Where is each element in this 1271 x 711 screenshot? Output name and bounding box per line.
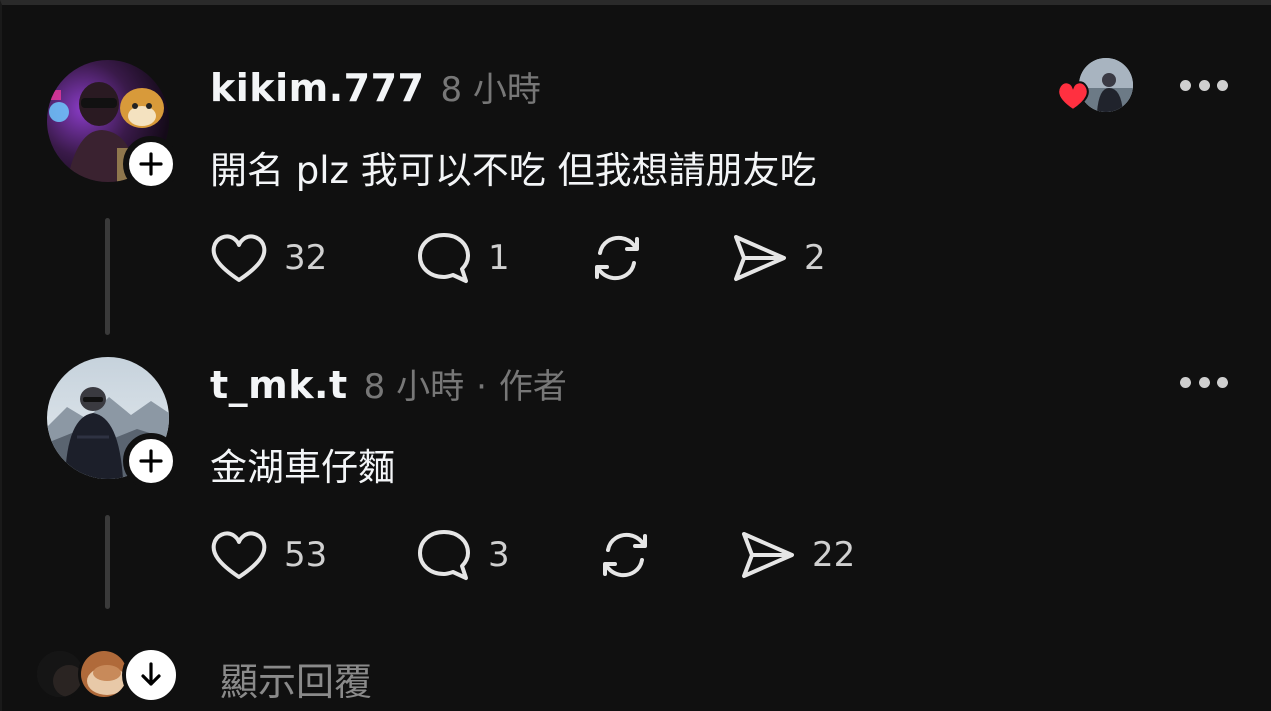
action-bar: 53 3 22 <box>208 525 908 585</box>
repost-arrows-icon <box>603 532 647 578</box>
ellipsis-icon <box>1180 79 1191 91</box>
paper-plane-icon <box>742 532 794 578</box>
follow-plus-button[interactable] <box>123 433 179 489</box>
author-liked-indicator <box>1054 58 1134 118</box>
thread-line <box>105 515 110 609</box>
repost-button[interactable] <box>594 525 656 585</box>
more-options-button[interactable] <box>1180 375 1228 389</box>
action-bar: 32 1 2 <box>208 228 908 288</box>
like-button[interactable]: 32 <box>208 228 327 288</box>
comment-count: 3 <box>488 535 510 575</box>
post-time: 8 小時 <box>440 70 541 110</box>
share-button[interactable]: 22 <box>738 525 855 585</box>
post-header: t_mk.t 8 小時 · 作者 <box>210 359 567 408</box>
like-count: 53 <box>284 535 328 575</box>
ellipsis-icon <box>1198 79 1210 91</box>
author-label: 作者 <box>498 367 567 407</box>
show-replies-row[interactable]: 顯示回覆 <box>2 645 1271 705</box>
repost-button[interactable] <box>586 228 648 288</box>
show-replies-link[interactable]: 顯示回覆 <box>220 651 372 706</box>
arrow-down-icon <box>141 662 161 686</box>
post-time: 8 小時 <box>363 367 465 407</box>
avatar-container <box>47 357 179 489</box>
share-count: 2 <box>804 238 826 278</box>
speech-bubble-icon <box>418 530 470 580</box>
plus-icon <box>139 152 163 176</box>
reply-avatar-stack <box>34 646 184 704</box>
more-options-button[interactable] <box>1180 78 1228 92</box>
post-header: kikim.777 8 小時 <box>210 62 541 111</box>
avatar-container <box>47 60 179 192</box>
share-count: 22 <box>812 535 856 575</box>
paper-plane-icon <box>734 235 786 281</box>
follow-plus-button[interactable] <box>123 136 179 192</box>
red-heart-icon <box>1057 81 1089 112</box>
comment-count: 1 <box>488 238 510 278</box>
heart-outline-icon <box>211 234 267 282</box>
like-count: 32 <box>284 238 328 278</box>
like-button[interactable]: 53 <box>208 525 327 585</box>
ellipsis-icon <box>1217 376 1228 388</box>
thread-line <box>105 218 110 335</box>
expand-replies-button[interactable] <box>122 646 180 704</box>
ellipsis-icon <box>1180 376 1191 388</box>
speech-bubble-icon <box>418 233 470 283</box>
ellipsis-icon <box>1217 79 1228 91</box>
comment-button[interactable]: 1 <box>414 228 510 288</box>
comment-button[interactable]: 3 <box>414 525 510 585</box>
username[interactable]: kikim.777 <box>210 66 424 110</box>
share-button[interactable]: 2 <box>730 228 826 288</box>
repost-arrows-icon <box>595 235 639 281</box>
post-text: 開名 plz 我可以不吃 但我想請朋友吃 <box>210 149 817 192</box>
username[interactable]: t_mk.t <box>210 363 348 407</box>
heart-outline-icon <box>211 531 267 579</box>
post-text: 金湖車仔麵 <box>210 446 395 489</box>
plus-icon <box>139 449 163 473</box>
thread-screen: kikim.777 8 小時 開名 plz 我可以不吃 但我想請朋友吃 32 1… <box>0 0 1271 711</box>
ellipsis-icon <box>1198 376 1210 388</box>
separator-dot: · <box>476 367 487 407</box>
